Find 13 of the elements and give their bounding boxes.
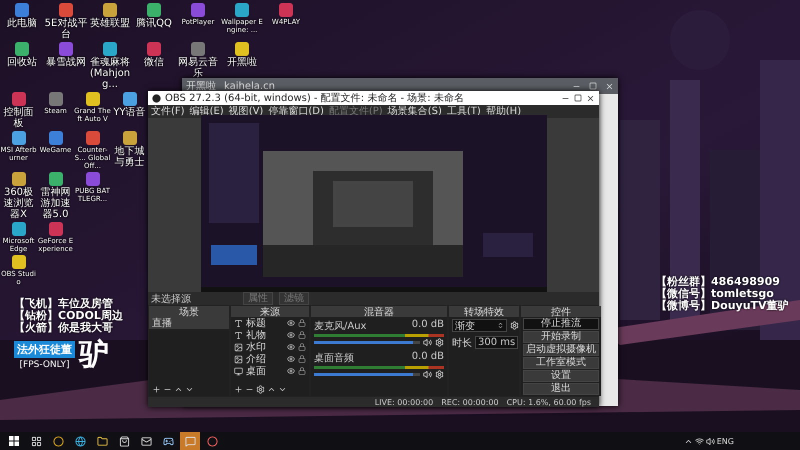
chat-icon [184,436,196,446]
browser-icon [52,436,64,446]
circle-icon [206,436,218,446]
bag-icon [118,436,130,446]
network-icon[interactable] [694,436,704,446]
speaker-icon[interactable] [706,436,715,446]
task-view-icon [30,436,42,446]
mail-icon [140,436,152,446]
language-indicator[interactable]: ENG [716,436,734,446]
folder-icon [96,436,108,446]
gamepad-icon [162,436,174,446]
globe-icon [74,436,86,446]
windows-logo-icon[interactable] [9,436,19,446]
